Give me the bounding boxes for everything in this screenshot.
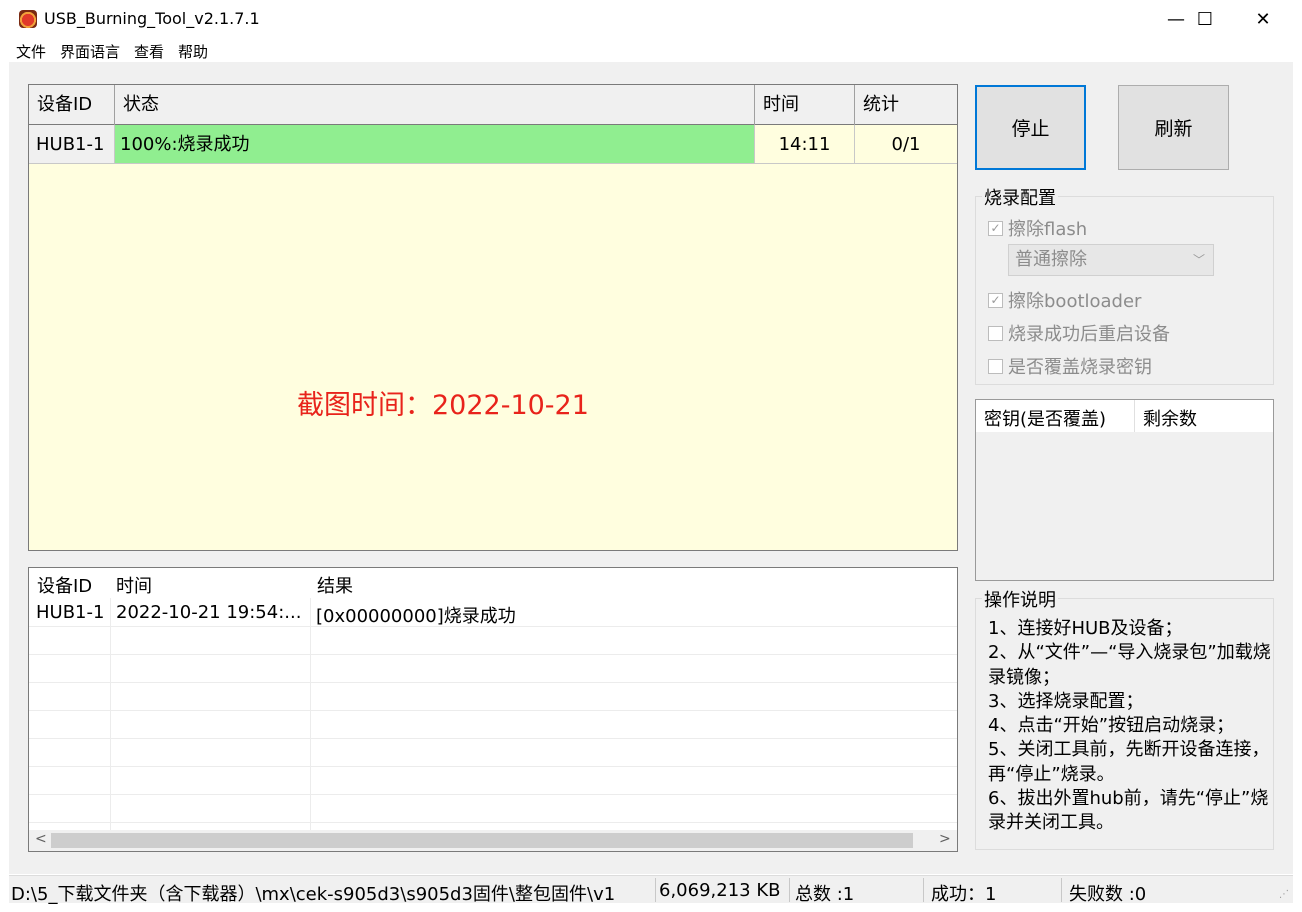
menu-help[interactable]: 帮助 bbox=[178, 41, 208, 62]
log-time-cell: 2022-10-21 19:54:... bbox=[116, 602, 302, 623]
header-status[interactable]: 状态 bbox=[115, 85, 755, 125]
row-divider bbox=[29, 654, 957, 655]
row-divider bbox=[29, 766, 957, 767]
horizontal-scrollbar[interactable]: < > bbox=[29, 830, 957, 851]
status-total: 总数 :1 bbox=[795, 884, 855, 905]
erase-flash-checkbox[interactable]: ✓ bbox=[988, 220, 1003, 236]
key-header-key[interactable]: 密钥(是否覆盖) bbox=[984, 405, 1106, 431]
key-header-remaining[interactable]: 剩余数 bbox=[1143, 405, 1197, 431]
close-button[interactable]: ✕ bbox=[1234, 0, 1292, 38]
stop-button[interactable]: 停止 bbox=[975, 85, 1086, 170]
instruction-line: 5、关闭工具前，先断开设备连接，再“停止”烧录。 bbox=[988, 739, 1270, 785]
header-time[interactable]: 时间 bbox=[755, 85, 855, 125]
device-table-header: 设备ID 状态 时间 统计 bbox=[29, 85, 957, 125]
scrollbar-thumb[interactable] bbox=[51, 833, 913, 848]
resize-grip-icon[interactable]: ⋰ bbox=[1279, 889, 1289, 900]
device-table[interactable]: 设备ID 状态 时间 统计 HUB1-1 100%:烧录成功 14:11 0/1… bbox=[28, 84, 958, 551]
background-edge bbox=[1293, 62, 1302, 912]
instruction-line: 1、连接好HUB及设备； bbox=[988, 618, 1183, 639]
erase-mode-value: 普通擦除 bbox=[1015, 249, 1087, 270]
status-failed: 失败数 :0 bbox=[1069, 884, 1147, 905]
status-success: 成功：1 bbox=[931, 884, 997, 905]
device-id-cell: HUB1-1 bbox=[29, 125, 115, 164]
log-device-id-cell: HUB1-1 bbox=[36, 602, 105, 623]
status-divider bbox=[789, 878, 790, 902]
erase-flash-label: 擦除flash bbox=[1008, 219, 1088, 240]
reboot-after-checkbox[interactable] bbox=[988, 325, 1003, 341]
row-divider bbox=[29, 682, 957, 683]
row-divider bbox=[29, 710, 957, 711]
instruction-line: 4、点击“开始”按钮启动烧录； bbox=[988, 715, 1235, 737]
reboot-after-option[interactable]: 烧录成功后重启设备 bbox=[988, 320, 1170, 346]
erase-mode-select[interactable]: 普通擦除 ﹀ bbox=[1008, 244, 1214, 276]
screenshot-timestamp: 截图时间：2022-10-21 bbox=[297, 390, 589, 421]
log-header-result[interactable]: 结果 bbox=[317, 572, 353, 598]
key-list[interactable]: 密钥(是否覆盖) 剩余数 bbox=[975, 399, 1274, 581]
header-stats[interactable]: 统计 bbox=[855, 85, 957, 125]
column-divider bbox=[310, 598, 311, 830]
row-divider bbox=[29, 794, 957, 795]
instructions-text: 1、连接好HUB及设备； 2、从“文件”—“导入烧录包”加载烧录镜像； 3、选择… bbox=[988, 617, 1274, 836]
log-table[interactable]: 设备ID 时间 结果 HUB1-1 2022-10-21 19:54:... [… bbox=[28, 567, 958, 852]
maximize-button[interactable]: ☐ bbox=[1176, 0, 1234, 38]
menu-file[interactable]: 文件 bbox=[16, 41, 46, 62]
reboot-after-label: 烧录成功后重启设备 bbox=[1008, 324, 1170, 345]
erase-bootloader-checkbox[interactable]: ✓ bbox=[988, 292, 1003, 308]
status-path: D:\5_下载文件夹（含下载器）\mx\cek-s905d3\s905d3固件\… bbox=[11, 884, 616, 905]
scroll-right-icon[interactable]: > bbox=[939, 831, 951, 847]
scroll-left-icon[interactable]: < bbox=[35, 831, 47, 847]
overwrite-key-label: 是否覆盖烧录密钥 bbox=[1008, 357, 1152, 378]
status-size: 6,069,213 KB bbox=[659, 880, 781, 901]
instruction-line: 6、拔出外置hub前，请先“停止”烧录并关闭工具。 bbox=[988, 788, 1269, 834]
device-row[interactable]: HUB1-1 100%:烧录成功 14:11 0/1 bbox=[29, 125, 957, 164]
column-divider bbox=[110, 598, 111, 830]
menu-bar: 文件 界面语言 查看 帮助 bbox=[0, 38, 1302, 62]
log-header-device-id[interactable]: 设备ID bbox=[37, 572, 92, 598]
row-divider bbox=[29, 822, 957, 823]
status-divider bbox=[923, 878, 924, 902]
instruction-line: 2、从“文件”—“导入烧录包”加载烧录镜像； bbox=[988, 642, 1271, 688]
erase-bootloader-label: 擦除bootloader bbox=[1008, 291, 1142, 312]
title-bar: USB_Burning_Tool_v2.1.7.1 — ☐ ✕ bbox=[0, 0, 1302, 38]
log-header-time[interactable]: 时间 bbox=[116, 572, 152, 598]
status-divider bbox=[655, 878, 656, 902]
column-divider bbox=[1134, 400, 1135, 432]
overwrite-key-checkbox[interactable] bbox=[988, 358, 1003, 374]
window-title: USB_Burning_Tool_v2.1.7.1 bbox=[44, 9, 260, 28]
device-status-cell: 100%:烧录成功 bbox=[115, 125, 755, 164]
overwrite-key-option[interactable]: 是否覆盖烧录密钥 bbox=[988, 353, 1152, 379]
burn-config-title: 烧录配置 bbox=[982, 184, 1058, 210]
key-list-header: 密钥(是否覆盖) 剩余数 bbox=[976, 400, 1273, 432]
row-divider bbox=[29, 738, 957, 739]
menu-language[interactable]: 界面语言 bbox=[60, 41, 120, 62]
device-stats-cell: 0/1 bbox=[855, 125, 957, 164]
status-divider bbox=[1061, 878, 1062, 902]
instructions-group: 操作说明 1、连接好HUB及设备； 2、从“文件”—“导入烧录包”加载烧录镜像；… bbox=[975, 586, 1274, 850]
status-bar: D:\5_下载文件夹（含下载器）\mx\cek-s905d3\s905d3固件\… bbox=[9, 875, 1293, 905]
instructions-title: 操作说明 bbox=[982, 586, 1058, 612]
chevron-down-icon: ﹀ bbox=[1192, 253, 1205, 267]
refresh-button[interactable]: 刷新 bbox=[1118, 85, 1229, 170]
log-result-cell: [0x00000000]烧录成功 bbox=[316, 606, 516, 627]
menu-view[interactable]: 查看 bbox=[134, 41, 164, 62]
header-device-id[interactable]: 设备ID bbox=[29, 85, 115, 125]
device-time-cell: 14:11 bbox=[755, 125, 855, 164]
erase-flash-option[interactable]: ✓ 擦除flash bbox=[988, 215, 1087, 241]
instruction-line: 3、选择烧录配置； bbox=[988, 690, 1144, 712]
app-icon bbox=[19, 10, 37, 28]
erase-bootloader-option[interactable]: ✓ 擦除bootloader bbox=[988, 287, 1141, 313]
burn-config-group: 烧录配置 ✓ 擦除flash 普通擦除 ﹀ ✓ 擦除bootloader 烧录成… bbox=[975, 184, 1274, 385]
